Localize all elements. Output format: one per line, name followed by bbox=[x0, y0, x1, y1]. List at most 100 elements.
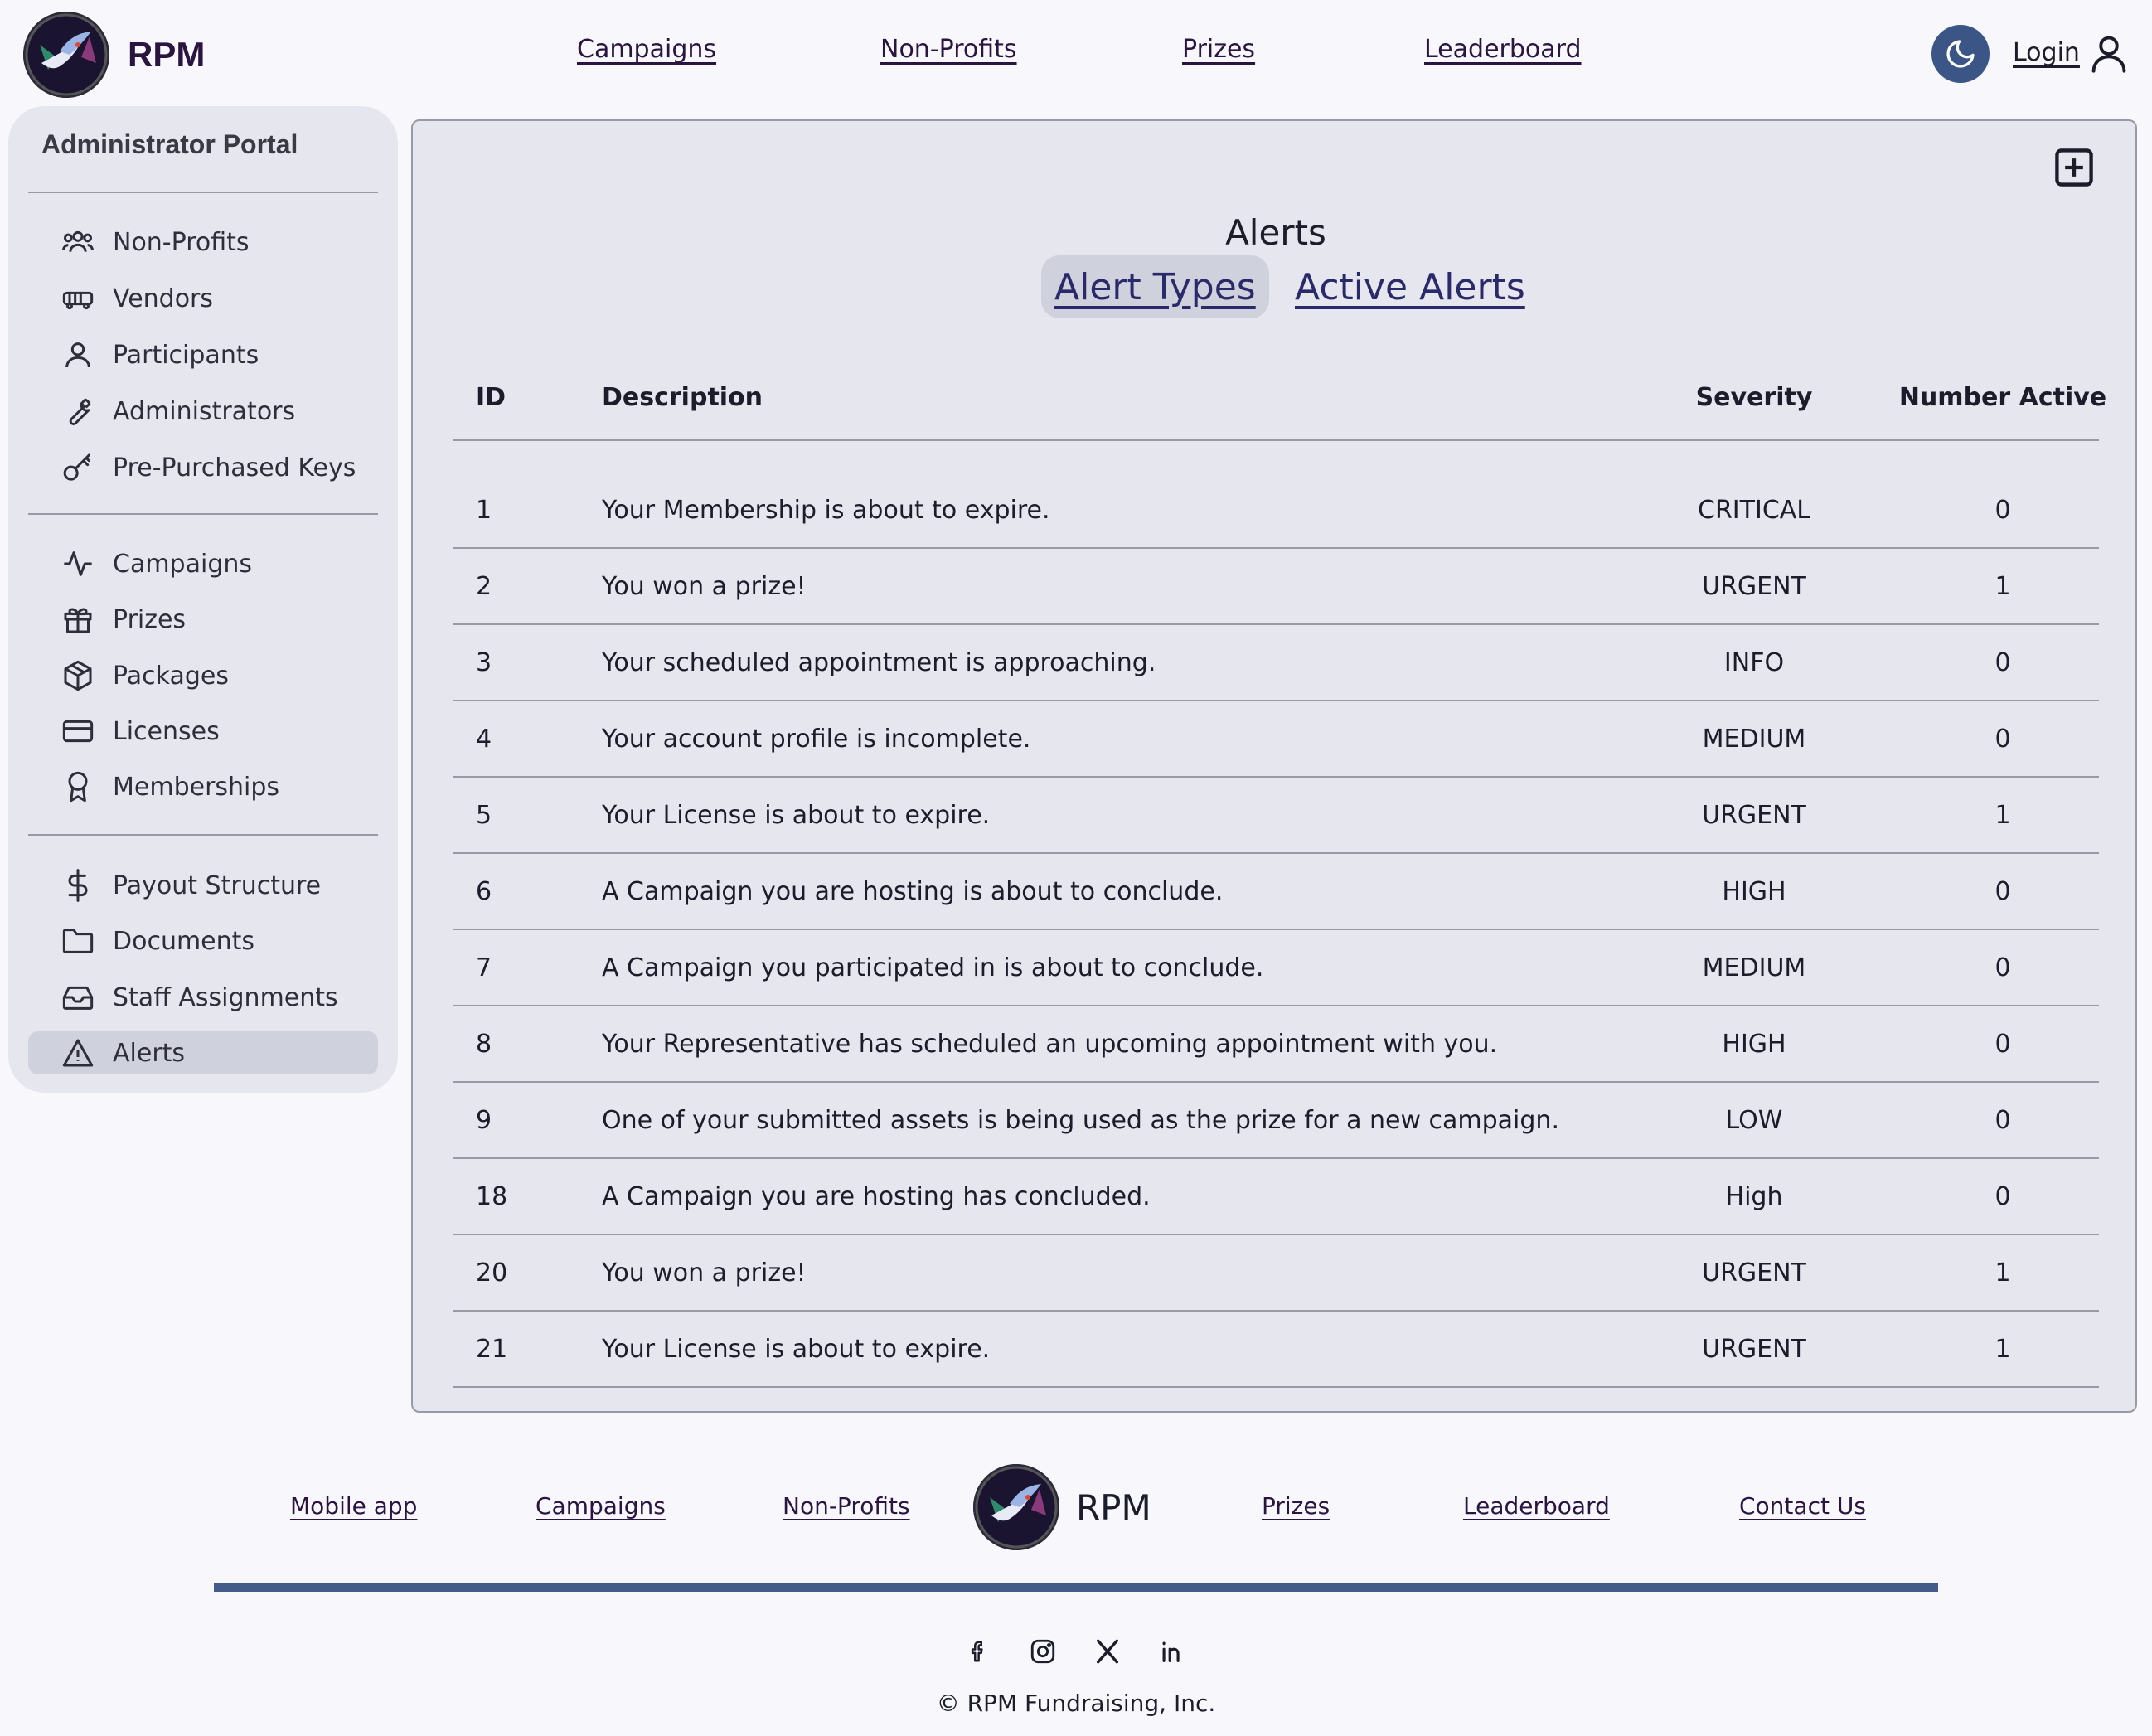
header-severity[interactable]: Severity bbox=[1630, 383, 1878, 412]
instagram-icon[interactable] bbox=[1026, 1635, 1059, 1668]
theme-toggle-button[interactable] bbox=[1931, 25, 1990, 83]
sidebar-item-pre-purchased-keys[interactable]: Pre-Purchased Keys bbox=[28, 446, 378, 489]
tab-alert-types[interactable]: Alert Types bbox=[1041, 255, 1269, 318]
table-row[interactable]: 18 A Campaign you are hosting has conclu… bbox=[453, 1159, 2099, 1235]
footer-link-non-profits[interactable]: Non-Profits bbox=[783, 1492, 910, 1520]
sidebar-item-staff-assignments[interactable]: Staff Assignments bbox=[28, 976, 378, 1019]
table-row[interactable]: 1 Your Membership is about to expire. CR… bbox=[453, 441, 2099, 549]
alert-tabs: Alert Types Active Alerts bbox=[413, 255, 2139, 318]
sidebar-item-packages[interactable]: Packages bbox=[28, 654, 378, 697]
cell-severity: INFO bbox=[1723, 648, 1785, 677]
cell-severity: LOW bbox=[1725, 1106, 1783, 1135]
sidebar-item-participants[interactable]: Participants bbox=[28, 333, 378, 376]
cell-id: 9 bbox=[476, 1106, 492, 1135]
table-row[interactable]: 5 Your License is about to expire. URGEN… bbox=[453, 778, 2099, 854]
cell-number-active: 0 bbox=[1994, 725, 2011, 754]
table-row[interactable]: 21 Your License is about to expire. URGE… bbox=[453, 1312, 2099, 1388]
cell-number-active: 1 bbox=[1994, 1258, 2011, 1287]
sidebar-item-campaigns[interactable]: Campaigns bbox=[28, 542, 378, 585]
x-icon[interactable] bbox=[1091, 1635, 1124, 1668]
footer-brand-logo[interactable]: RPM bbox=[973, 1464, 1151, 1550]
nav-non-profits[interactable]: Non-Profits bbox=[880, 35, 1017, 64]
sidebar-item-non-profits[interactable]: Non-Profits bbox=[28, 221, 378, 264]
cell-id: 8 bbox=[476, 1030, 492, 1059]
footer-link-leaderboard[interactable]: Leaderboard bbox=[1463, 1492, 1610, 1520]
footer-link-campaigns[interactable]: Campaigns bbox=[536, 1492, 666, 1520]
sidebar-item-memberships[interactable]: Memberships bbox=[28, 765, 378, 808]
award-icon bbox=[60, 769, 96, 805]
social-links bbox=[962, 1635, 1189, 1668]
cell-number-active: 0 bbox=[1994, 1106, 2011, 1135]
sidebar-divider bbox=[28, 513, 378, 515]
cell-severity: URGENT bbox=[1702, 801, 1806, 830]
folder-icon bbox=[60, 923, 96, 959]
cell-id: 4 bbox=[476, 725, 492, 754]
cell-number-active: 0 bbox=[1994, 953, 2011, 982]
sidebar-item-prizes[interactable]: Prizes bbox=[28, 598, 378, 641]
cell-severity: MEDIUM bbox=[1702, 725, 1806, 754]
user-account-icon[interactable] bbox=[2087, 32, 2130, 75]
sidebar-item-label: Packages bbox=[113, 661, 229, 691]
cell-number-active: 0 bbox=[1994, 877, 2011, 906]
sidebar-item-administrators[interactable]: Administrators bbox=[28, 390, 378, 433]
copyright-text: © RPM Fundraising, Inc. bbox=[936, 1690, 1216, 1717]
top-nav: Campaigns Non-Profits Prizes Leaderboard bbox=[0, 35, 2152, 76]
footer-link-contact-us[interactable]: Contact Us bbox=[1739, 1492, 1866, 1520]
table-row[interactable]: 2 You won a prize! URGENT 1 bbox=[453, 549, 2099, 625]
linkedin-icon[interactable] bbox=[1156, 1635, 1189, 1668]
header-id[interactable]: ID bbox=[476, 383, 506, 412]
cell-severity: URGENT bbox=[1702, 572, 1806, 601]
site-footer: Mobile app Campaigns Non-Profits Prizes … bbox=[0, 1443, 2152, 1736]
sidebar-divider bbox=[28, 834, 378, 836]
cell-description: A Campaign you are hosting has concluded… bbox=[602, 1182, 1151, 1211]
table-row[interactable]: 9 One of your submitted assets is being … bbox=[453, 1083, 2099, 1159]
nav-prizes[interactable]: Prizes bbox=[1182, 35, 1255, 64]
table-row[interactable]: 3 Your scheduled appointment is approach… bbox=[453, 625, 2099, 701]
footer-link-prizes[interactable]: Prizes bbox=[1262, 1492, 1330, 1520]
facebook-icon[interactable] bbox=[962, 1635, 995, 1668]
footer-link-mobile-app[interactable]: Mobile app bbox=[290, 1492, 417, 1520]
moon-icon bbox=[1946, 40, 1975, 68]
table-row[interactable]: 7 A Campaign you participated in is abou… bbox=[453, 930, 2099, 1006]
cell-severity: HIGH bbox=[1722, 1030, 1786, 1059]
add-alert-button[interactable] bbox=[2053, 146, 2096, 189]
table-row[interactable]: 6 A Campaign you are hosting is about to… bbox=[453, 854, 2099, 930]
logo-bird-icon bbox=[973, 1464, 1059, 1550]
cell-description: A Campaign you participated in is about … bbox=[602, 953, 1264, 982]
cell-description: A Campaign you are hosting is about to c… bbox=[602, 877, 1224, 906]
nav-leaderboard[interactable]: Leaderboard bbox=[1424, 35, 1582, 64]
table-row[interactable]: 20 You won a prize! URGENT 1 bbox=[453, 1235, 2099, 1312]
cell-description: You won a prize! bbox=[602, 1258, 807, 1287]
table-body: 1 Your Membership is about to expire. CR… bbox=[453, 441, 2099, 1388]
login-link[interactable]: Login bbox=[2013, 38, 2080, 67]
header-number-active[interactable]: Number Active bbox=[1878, 383, 2127, 412]
sidebar-item-vendors[interactable]: Vendors bbox=[28, 277, 378, 320]
table-row[interactable]: 8 Your Representative has scheduled an u… bbox=[453, 1006, 2099, 1083]
cell-severity: CRITICAL bbox=[1698, 496, 1810, 525]
tab-active-alerts[interactable]: Active Alerts bbox=[1282, 255, 1539, 318]
sidebar-item-label: Alerts bbox=[113, 1038, 186, 1068]
table-header: ID Description Severity Number Active bbox=[453, 361, 2106, 441]
sidebar-item-alerts[interactable]: Alerts bbox=[28, 1031, 378, 1074]
cell-number-active: 0 bbox=[1994, 1182, 2011, 1211]
cell-description: Your License is about to expire. bbox=[602, 801, 991, 830]
header-description[interactable]: Description bbox=[602, 383, 763, 412]
cell-description: Your scheduled appointment is approachin… bbox=[602, 648, 1156, 677]
cell-description: You won a prize! bbox=[602, 572, 807, 601]
sidebar-item-payout-structure[interactable]: Payout Structure bbox=[28, 864, 378, 907]
inbox-icon bbox=[60, 979, 96, 1016]
table-row[interactable]: 4 Your account profile is incomplete. ME… bbox=[453, 701, 2099, 778]
page-title: Alerts bbox=[1225, 212, 1326, 253]
sidebar-item-label: Staff Assignments bbox=[113, 982, 338, 1012]
key-icon bbox=[60, 449, 96, 486]
sidebar-item-label: Payout Structure bbox=[113, 870, 322, 900]
nav-campaigns[interactable]: Campaigns bbox=[577, 35, 716, 64]
gift-icon bbox=[60, 601, 96, 638]
cell-number-active: 0 bbox=[1994, 1030, 2011, 1059]
sidebar-item-documents[interactable]: Documents bbox=[28, 919, 378, 963]
cell-number-active: 0 bbox=[1994, 648, 2011, 677]
footer-brand-name: RPM bbox=[1076, 1486, 1151, 1528]
cell-id: 18 bbox=[476, 1182, 508, 1211]
cell-number-active: 1 bbox=[1994, 1335, 2011, 1364]
sidebar-item-licenses[interactable]: Licenses bbox=[28, 710, 378, 753]
